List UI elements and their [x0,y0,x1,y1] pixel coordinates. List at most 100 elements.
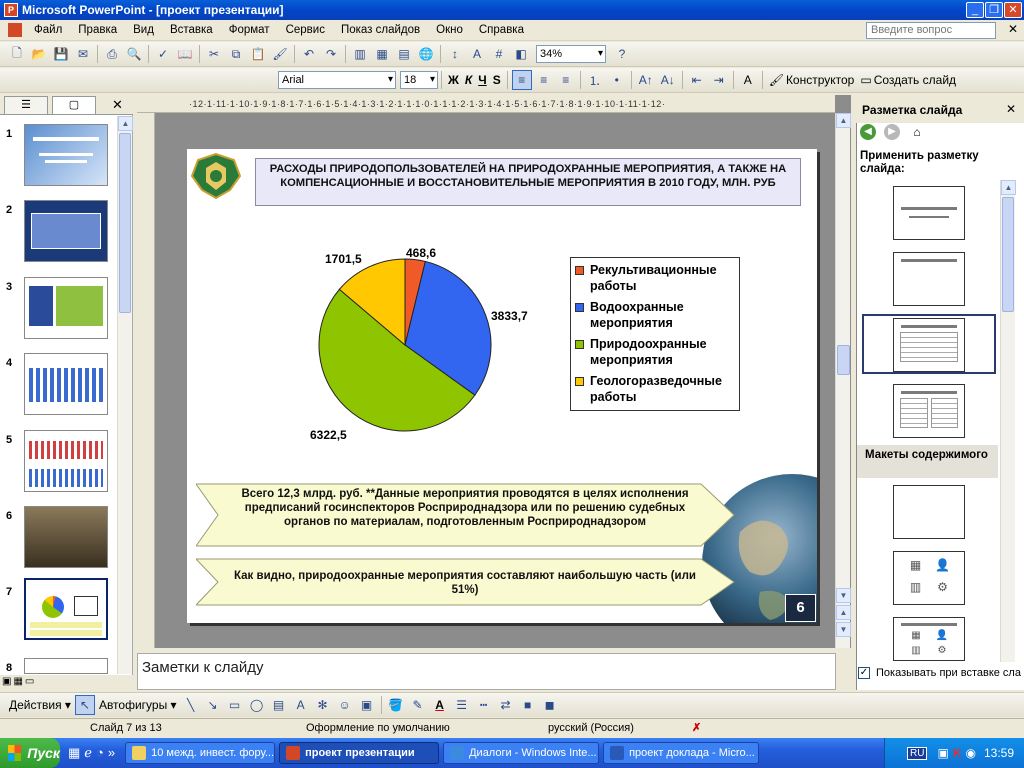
color-grayscale-icon[interactable]: ◧ [511,44,531,64]
layout-title-only[interactable] [893,252,965,306]
scroll-thumb[interactable] [119,133,131,313]
new-slide-button[interactable]: ▭ Создать слайд [857,70,959,90]
font-select[interactable]: Arial [278,71,396,89]
menu-edit[interactable]: Правка [70,24,125,36]
task-button[interactable]: Диалоги - Windows Inte... [443,742,600,764]
picture-icon[interactable]: ▣ [357,695,377,715]
dash-style-icon[interactable]: ┅ [474,695,494,715]
volume-icon[interactable]: ◉ [965,746,975,760]
task-button[interactable]: проект доклада - Micro... [603,742,760,764]
undo-icon[interactable]: ↶ [299,44,319,64]
next-slide-icon[interactable]: ▼ [836,622,851,637]
antivirus-icon[interactable]: K [953,746,962,760]
show-formatting-icon[interactable]: A [467,44,487,64]
slide-thumbnail-6[interactable] [24,506,108,568]
menu-window[interactable]: Окно [428,24,471,36]
slide-thumbnail-4[interactable] [24,353,108,415]
normal-view-icon[interactable]: ▣ [2,676,11,690]
redo-icon[interactable]: ↷ [321,44,341,64]
print-icon[interactable]: ⎙ [102,44,122,64]
oval-icon[interactable]: ◯ [247,695,267,715]
clock-app-icon[interactable]: ◔ [96,745,104,761]
menu-insert[interactable]: Вставка [162,24,221,36]
hyperlink-icon[interactable]: 🌐 [416,44,436,64]
format-painter-icon[interactable]: 🖌 [270,44,290,64]
scroll-thumb[interactable] [837,345,850,375]
forward-icon[interactable]: ▶ [884,124,900,140]
textbox-icon[interactable]: ▤ [269,695,289,715]
sorter-view-icon[interactable]: ▦ [13,676,22,690]
cut-icon[interactable]: ✂ [204,44,224,64]
align-center-icon[interactable]: ≡ [534,70,554,90]
table-icon[interactable]: ▦ [372,44,392,64]
font-color-icon[interactable]: A [430,695,450,715]
line-icon[interactable]: ╲ [181,695,201,715]
expand-icon[interactable]: ↕ [445,44,465,64]
bullets-icon[interactable]: • [607,70,627,90]
increase-font-icon[interactable]: A↑ [636,70,656,90]
close-panel-icon[interactable]: ✕ [112,96,123,114]
shadow-icon[interactable]: ■ [518,695,538,715]
line-style-icon[interactable]: ☰ [452,695,472,715]
scroll-down-icon[interactable]: ▼ [836,588,851,603]
notes-area[interactable]: Заметки к слайду [137,653,836,690]
close-button[interactable]: ✕ [1004,2,1022,18]
menu-tools[interactable]: Сервис [278,24,333,36]
open-icon[interactable]: 📂 [29,44,49,64]
shadow-button[interactable]: S [490,70,504,90]
language-indicator[interactable]: RU [907,746,928,760]
decrease-indent-icon[interactable]: ⇤ [687,70,707,90]
slide-thumbnail-8[interactable] [24,658,108,674]
rectangle-icon[interactable]: ▭ [225,695,245,715]
new-icon[interactable]: 🗋 [7,44,27,64]
task-button[interactable]: проект презентации [279,742,440,764]
designer-button[interactable]: 🖌 Конструктор [766,70,858,90]
scroll-up-icon[interactable]: ▲ [118,116,133,131]
save-icon[interactable]: 💾 [51,44,71,64]
task-pane-scrollbar[interactable]: ▲ [1000,180,1016,662]
underline-button[interactable]: Ч [475,70,489,90]
preview-icon[interactable]: 🔍 [124,44,144,64]
note-text-2[interactable]: Как видно, природоохранные мероприятия с… [226,569,704,597]
layout-title-text[interactable] [893,318,965,372]
pie-chart[interactable] [300,240,510,450]
slide-title[interactable]: РАСХОДЫ ПРИРОДОПОЛЬЗОВАТЕЛЕЙ НА ПРИРОДОХ… [255,158,801,206]
chart-icon[interactable]: ▥ [350,44,370,64]
spelling-icon[interactable]: ✓ [153,44,173,64]
slide-thumbnail-1[interactable] [24,124,108,186]
minimize-button[interactable]: _ [966,2,984,18]
slide-thumbnail-5[interactable] [24,430,108,492]
research-icon[interactable]: 📖 [175,44,195,64]
font-size-select[interactable]: 18 [400,71,438,89]
italic-button[interactable]: К [462,70,475,90]
layout-content[interactable]: ▦ 👤 ▥ ⚙ [893,551,965,605]
slide-thumbnail-2[interactable] [24,200,108,262]
layout-title-content[interactable]: ▦ 👤 ▥ ⚙ [893,617,965,661]
layout-two-columns[interactable] [893,384,965,438]
clipart-icon[interactable]: ☺ [335,695,355,715]
ie-icon[interactable]: ℯ [84,745,92,761]
spelling-status-icon[interactable]: ✗ [692,721,701,734]
task-pane-close-icon[interactable]: ✕ [1006,102,1016,116]
tab-outline[interactable]: ☰ [4,96,48,114]
align-right-icon[interactable]: ≡ [556,70,576,90]
scroll-up-icon[interactable]: ▲ [1001,180,1016,195]
font-color-icon[interactable]: A [738,70,758,90]
ask-question-input[interactable]: Введите вопрос [866,22,996,39]
show-on-insert-checkbox[interactable]: ✓ [858,667,870,679]
help-icon[interactable]: ? [612,44,632,64]
slide-thumbnail-3[interactable] [24,277,108,339]
copy-icon[interactable]: ⧉ [226,44,246,64]
arrow-icon[interactable]: ↘ [203,695,223,715]
layout-title[interactable] [893,186,965,240]
zoom-select[interactable]: 34% [536,45,606,63]
decrease-font-icon[interactable]: A↓ [658,70,678,90]
select-cursor-icon[interactable]: ↖ [74,695,95,715]
bold-button[interactable]: Ж [445,70,462,90]
maximize-button[interactable]: ❐ [985,2,1003,18]
increase-indent-icon[interactable]: ⇥ [709,70,729,90]
paste-icon[interactable]: 📋 [248,44,268,64]
scroll-thumb[interactable] [1002,197,1014,312]
permission-icon[interactable]: ✉ [73,44,93,64]
wordart-icon[interactable]: A [291,695,311,715]
